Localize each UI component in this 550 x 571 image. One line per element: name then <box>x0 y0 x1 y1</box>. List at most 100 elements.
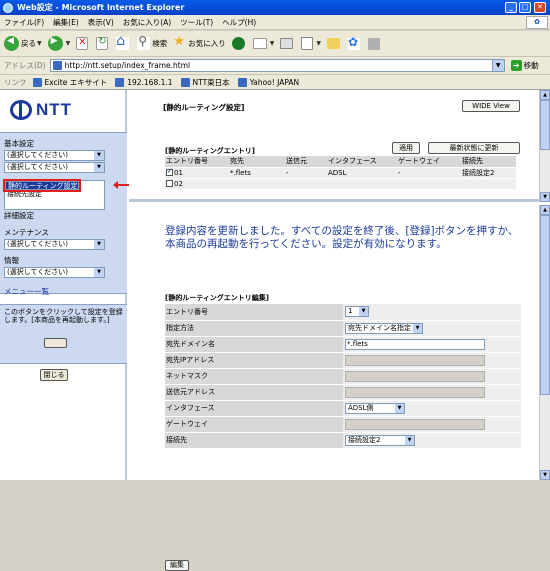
page-icon <box>52 61 62 70</box>
document-edit-icon <box>301 37 314 50</box>
maximize-button[interactable]: □ <box>519 2 531 13</box>
src-ip-input <box>345 386 485 398</box>
go-button[interactable]: ➔ 移動 <box>510 60 539 71</box>
interface-select[interactable]: ADSL側 ▼ <box>345 402 405 414</box>
menu-help[interactable]: ヘルプ(H) <box>222 17 256 28</box>
address-dropdown-button[interactable]: ▼ <box>491 60 504 71</box>
hint-panel: このボタンをクリックして設定を登録します。[本商品を再起動します。] <box>0 304 127 364</box>
scroll-up-icon[interactable]: ▲ <box>540 90 550 100</box>
edit-button[interactable]: 編集 <box>165 560 189 571</box>
back-arrow-icon: ◀ <box>4 36 19 51</box>
address-bar: アドレス(D) http://ntt.setup/index_frame.htm… <box>0 57 550 75</box>
option-static-routing[interactable]: 静的ルーティング設定 <box>3 179 81 192</box>
window-title-bar: Web設定 - Microsoft Internet Explorer _ □ … <box>0 0 550 15</box>
method-label: 指定方法 <box>165 320 343 337</box>
menu-tools[interactable]: ツール(T) <box>180 17 213 28</box>
scroll-down-icon[interactable]: ▼ <box>540 470 550 480</box>
window-title: Web設定 - Microsoft Internet Explorer <box>17 3 185 12</box>
basic-settings-select[interactable]: (選択してください) ▼ <box>4 150 105 161</box>
update-message: 登録内容を更新しました。すべての設定を終了後、[登録]ボタンを押すか、本商品の再… <box>165 225 519 250</box>
mail-button[interactable]: ▼ <box>252 38 274 49</box>
minimize-button[interactable]: _ <box>505 2 517 13</box>
close-button[interactable]: 閉じる <box>40 369 68 381</box>
print-button[interactable] <box>280 38 295 49</box>
forward-button[interactable]: ▶ ▼ <box>47 36 70 51</box>
row-checkbox[interactable] <box>166 180 173 187</box>
media-button[interactable] <box>231 37 247 50</box>
entry-number-label: エントリ番号 <box>165 304 343 321</box>
form-row: ネットマスク <box>165 368 521 385</box>
stop-icon <box>76 37 89 50</box>
method-select[interactable]: 宛先ドメイン名指定 ▼ <box>345 322 423 334</box>
column-header: ゲートウェイ <box>397 156 461 168</box>
maintenance-select[interactable]: (選択してください) ▼ <box>4 239 105 250</box>
register-button[interactable] <box>44 338 67 348</box>
row-checkbox[interactable] <box>166 167 173 176</box>
dest-ip-label: 宛先IPアドレス <box>165 352 343 369</box>
chevron-down-icon: ▼ <box>413 323 422 333</box>
wide-view-button[interactable]: WIDE View <box>462 100 520 112</box>
home-button[interactable] <box>116 33 131 50</box>
home-icon <box>116 33 130 50</box>
form-row: エントリ番号 1 ▼ <box>165 304 521 321</box>
column-header: インタフェース <box>327 156 397 168</box>
table-row[interactable]: 02 <box>165 178 516 190</box>
search-button[interactable]: 検索 <box>137 34 167 50</box>
table-row[interactable]: 01 *.flets - ADSL - 接続設定2 <box>165 167 516 179</box>
scroll-thumb[interactable] <box>540 100 550 150</box>
info-select[interactable]: (選択してください) ▼ <box>4 267 105 278</box>
link-router[interactable]: 192.168.1.1 <box>115 77 173 87</box>
link-excite[interactable]: Excite エキサイト <box>32 77 107 88</box>
routing-table: エントリ番号 宛先 送信元 インタフェース ゲートウェイ 接続先 01 *.fl… <box>165 156 516 190</box>
chevron-down-icon: ▼ <box>405 435 414 445</box>
address-input[interactable]: http://ntt.setup/index_frame.html ▼ <box>49 59 505 72</box>
gateway-label: ゲートウェイ <box>165 416 343 433</box>
tools-button[interactable] <box>368 37 382 50</box>
windows-logo-icon: ✿ <box>526 16 548 29</box>
address-label: アドレス(D) <box>4 61 46 70</box>
favorites-button[interactable]: お気に入り <box>173 34 226 50</box>
bottom-frame-scrollbar[interactable]: ▲ ▼ <box>539 205 550 480</box>
folder-icon <box>327 38 340 49</box>
settings-dropdown-list[interactable]: 静的ルーティング設定 接続先設定 <box>3 179 105 210</box>
connection-select[interactable]: 接続設定2 ▼ <box>345 434 415 446</box>
refresh-button[interactable] <box>96 36 110 50</box>
stop-button[interactable] <box>76 37 90 50</box>
entry-number-select[interactable]: 1 ▼ <box>345 306 369 318</box>
close-window-button[interactable]: ✕ <box>534 2 546 13</box>
folder-button[interactable] <box>327 38 342 49</box>
menu-edit[interactable]: 編集(E) <box>53 17 79 28</box>
refresh-icon <box>96 36 109 50</box>
back-button[interactable]: ◀ 戻る ▼ <box>4 36 42 51</box>
edit-page-button[interactable]: ▼ <box>301 37 321 50</box>
messenger-button[interactable] <box>348 35 362 50</box>
scroll-thumb[interactable] <box>540 215 550 395</box>
top-frame-scrollbar[interactable]: ▲ ▼ <box>539 90 550 202</box>
page-icon <box>115 77 125 87</box>
column-header: 接続先 <box>461 156 516 168</box>
form-row: 宛先IPアドレス <box>165 352 521 369</box>
info-label: 情報 <box>4 256 19 265</box>
menu-favorites[interactable]: お気に入り(A) <box>123 17 171 28</box>
messenger-icon <box>348 35 360 50</box>
page-icon <box>180 77 190 87</box>
menu-list-link[interactable]: メニュー一覧 <box>4 286 123 297</box>
netmask-label: ネットマスク <box>165 368 343 385</box>
scroll-down-icon[interactable]: ▼ <box>540 192 550 202</box>
ntt-logo-icon <box>10 100 32 120</box>
chevron-down-icon: ▼ <box>359 307 368 317</box>
form-row: 指定方法 宛先ドメイン名指定 ▼ <box>165 320 521 337</box>
domain-input[interactable]: *.flets <box>345 338 485 350</box>
menu-view[interactable]: 表示(V) <box>88 17 114 28</box>
refresh-status-button[interactable]: 最新状態に更新 <box>428 142 520 154</box>
link-yahoo[interactable]: Yahoo! JAPAN <box>237 77 299 87</box>
option-connection[interactable]: 接続先設定 <box>5 190 104 199</box>
scroll-up-icon[interactable]: ▲ <box>540 205 550 215</box>
link-ntt-east[interactable]: NTT東日本 <box>180 77 230 88</box>
apply-button[interactable]: 適用 <box>392 142 420 154</box>
forward-arrow-icon: ▶ <box>47 36 63 51</box>
routing-list-frame: [静的ルーティング設定] WIDE View [静的ルーティングエントリ] 適用… <box>129 90 539 202</box>
page-icon <box>32 77 42 87</box>
basic-settings-select-2[interactable]: (選択してください) ▼ <box>4 162 105 173</box>
menu-file[interactable]: ファイル(F) <box>4 17 44 28</box>
